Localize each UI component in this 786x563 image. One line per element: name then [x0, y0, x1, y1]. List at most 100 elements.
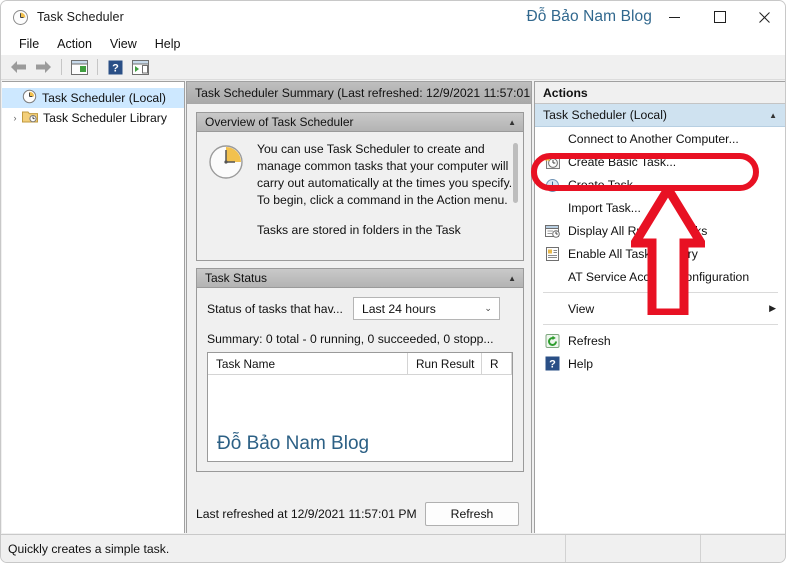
- overview-group-header[interactable]: Overview of Task Scheduler ▲: [197, 113, 523, 132]
- action-label: Connect to Another Computer...: [568, 131, 739, 146]
- display-running-tasks-icon: [543, 222, 561, 239]
- action-label: Create Basic Task...: [568, 154, 677, 169]
- action-label: View: [568, 301, 595, 316]
- submenu-arrow-icon[interactable]: ▶: [769, 303, 776, 314]
- task-status-filter-row: Status of tasks that hav... Last 24 hour…: [207, 297, 513, 320]
- column-task-name[interactable]: Task Name: [208, 353, 408, 375]
- console-tree-pane: Task Scheduler (Local) › Task Scheduler …: [2, 81, 185, 533]
- overview-group: Overview of Task Scheduler ▲ You can use…: [196, 112, 524, 261]
- svg-text:?: ?: [112, 62, 119, 74]
- menu-file[interactable]: File: [10, 35, 48, 53]
- task-status-group-title: Task Status: [205, 271, 268, 285]
- action-label: AT Service Account Configuration: [568, 269, 750, 284]
- overview-paragraph-1: You can use Task Scheduler to create and…: [257, 142, 513, 207]
- action-label: Enable All Tasks History: [568, 246, 698, 261]
- time-period-value: Last 24 hours: [361, 301, 436, 316]
- action-import-task[interactable]: Import Task...: [535, 196, 785, 219]
- actions-separator-2: [543, 324, 778, 325]
- watermark-task-list: Đỗ Bảo Nam Blog: [217, 433, 370, 454]
- close-button[interactable]: [742, 1, 785, 33]
- watermark-title: Đỗ Bảo Nam Blog: [526, 8, 652, 25]
- overview-group-body: You can use Task Scheduler to create and…: [197, 132, 523, 260]
- enable-history-icon: [543, 245, 561, 262]
- create-basic-task-icon: [543, 153, 561, 170]
- overview-inner-scrollbar[interactable]: [511, 135, 520, 232]
- action-label: Display All Running Tasks: [568, 223, 708, 238]
- overview-inner-scrollbar-thumb[interactable]: [513, 143, 518, 203]
- task-status-summary: Summary: 0 total - 0 running, 0 succeede…: [207, 332, 494, 346]
- action-view[interactable]: View ▶: [535, 297, 785, 320]
- clock-icon: [22, 89, 37, 107]
- toolbar-separator-1: [61, 59, 62, 75]
- action-label: Help: [568, 356, 594, 371]
- help-icon[interactable]: ?: [104, 57, 127, 78]
- overview-paragraph-2: Tasks are stored in folders in the Task: [257, 223, 461, 237]
- summary-body: Overview of Task Scheduler ▲ You can use…: [187, 104, 531, 533]
- clock-icon: [207, 143, 245, 181]
- task-list-header: Task Name Run Result R: [208, 353, 512, 375]
- action-refresh[interactable]: Refresh: [535, 329, 785, 352]
- window-title: Task Scheduler: [37, 10, 124, 24]
- minimize-button[interactable]: [652, 1, 697, 33]
- toolbar: ?: [1, 55, 785, 80]
- last-refreshed-label: Last refreshed at 12/9/2021 11:57:01 PM: [196, 507, 417, 521]
- overview-group-title: Overview of Task Scheduler: [205, 115, 354, 129]
- action-label: Create Task...: [568, 177, 643, 192]
- summary-pane: Task Scheduler Summary (Last refreshed: …: [186, 81, 532, 533]
- overview-text: You can use Task Scheduler to create and…: [257, 141, 513, 239]
- tree-item-label: Task Scheduler (Local): [42, 91, 166, 105]
- chevron-up-icon[interactable]: ▲: [508, 118, 516, 127]
- column-run-time[interactable]: R: [482, 353, 512, 375]
- actions-separator-1: [543, 292, 778, 293]
- menu-view[interactable]: View: [101, 35, 146, 53]
- actions-pane-title: Actions: [535, 82, 785, 104]
- menu-bar: File Action View Help: [1, 33, 785, 55]
- forward-icon[interactable]: [32, 57, 55, 78]
- status-bar: Quickly creates a simple task.: [1, 534, 785, 563]
- tree-item-label: Task Scheduler Library: [43, 111, 167, 125]
- action-display-all-running-tasks[interactable]: Display All Running Tasks: [535, 219, 785, 242]
- action-create-task[interactable]: Create Task...: [535, 173, 785, 196]
- toolbar-separator-2: [97, 59, 98, 75]
- chevron-up-icon[interactable]: ▲: [769, 111, 777, 120]
- status-message: Quickly creates a simple task.: [1, 534, 566, 562]
- menu-help[interactable]: Help: [146, 35, 190, 53]
- refresh-icon: [543, 332, 561, 349]
- tree-item-task-scheduler-local[interactable]: Task Scheduler (Local): [2, 88, 184, 108]
- actions-section-label: Task Scheduler (Local): [543, 108, 667, 122]
- actions-pane: Actions Task Scheduler (Local) ▲ Connect…: [534, 81, 785, 533]
- task-status-group: Task Status ▲ Status of tasks that hav..…: [196, 268, 524, 472]
- folder-clock-icon: [22, 109, 38, 127]
- chevron-right-icon[interactable]: ›: [8, 113, 22, 123]
- action-help[interactable]: ? Help: [535, 352, 785, 375]
- task-list[interactable]: Task Name Run Result R Đỗ Bảo Nam Blog: [207, 352, 513, 462]
- action-label: Refresh: [568, 333, 611, 348]
- refresh-button[interactable]: Refresh: [425, 502, 519, 526]
- show-hide-console-tree-icon[interactable]: [68, 57, 91, 78]
- action-at-service-account-configuration[interactable]: AT Service Account Configuration: [535, 265, 785, 288]
- menu-action[interactable]: Action: [48, 35, 101, 53]
- svg-text:?: ?: [549, 359, 556, 371]
- action-label: Import Task...: [568, 200, 641, 215]
- clock-icon: [12, 9, 29, 26]
- action-create-basic-task[interactable]: Create Basic Task...: [535, 150, 785, 173]
- back-icon[interactable]: [7, 57, 30, 78]
- column-run-result[interactable]: Run Result: [408, 353, 482, 375]
- task-status-label: Status of tasks that hav...: [207, 301, 343, 316]
- show-hide-action-pane-icon[interactable]: [129, 57, 152, 78]
- action-connect-to-another-computer[interactable]: Connect to Another Computer...: [535, 127, 785, 150]
- time-period-dropdown[interactable]: Last 24 hours ⌄: [352, 297, 500, 320]
- summary-footer: Last refreshed at 12/9/2021 11:57:01 PM …: [187, 495, 531, 533]
- status-cell-3: [701, 535, 785, 563]
- maximize-button[interactable]: [697, 1, 742, 33]
- chevron-up-icon[interactable]: ▲: [508, 274, 516, 283]
- chevron-down-icon[interactable]: ⌄: [484, 303, 492, 314]
- task-status-group-header[interactable]: Task Status ▲: [197, 269, 523, 288]
- help-icon: ?: [543, 355, 561, 372]
- summary-header: Task Scheduler Summary (Last refreshed: …: [187, 82, 531, 104]
- window-controls: [652, 1, 785, 33]
- actions-section-header[interactable]: Task Scheduler (Local) ▲: [535, 104, 785, 127]
- action-enable-all-tasks-history[interactable]: Enable All Tasks History: [535, 242, 785, 265]
- create-task-icon: [543, 176, 561, 193]
- tree-item-task-scheduler-library[interactable]: › Task Scheduler Library: [2, 108, 184, 128]
